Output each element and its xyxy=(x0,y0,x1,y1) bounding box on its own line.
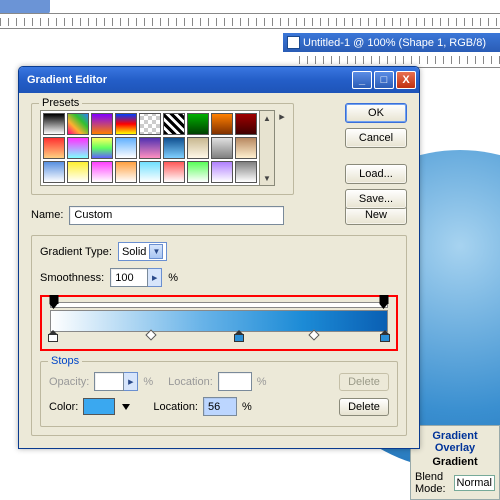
opacity-stop-left[interactable] xyxy=(50,295,59,304)
percent-label-2: % xyxy=(143,376,153,388)
presets-label: Presets xyxy=(39,97,82,109)
color-well[interactable] xyxy=(83,398,115,415)
percent-label-3: % xyxy=(257,376,267,388)
gradient-settings-group: Gradient Type: Solid ▼ Smoothness: ▶ % xyxy=(31,235,407,436)
preset-swatch[interactable] xyxy=(211,137,233,159)
blend-mode-value: Normal xyxy=(457,477,492,489)
gradient-overlay-subtitle: Gradient xyxy=(415,456,495,468)
preset-swatch[interactable] xyxy=(235,137,257,159)
chevron-down-icon: ▼ xyxy=(149,244,163,259)
name-label: Name: xyxy=(31,209,63,221)
blend-mode-label: Blend Mode: xyxy=(415,471,452,495)
window-close-button[interactable]: X xyxy=(396,71,416,89)
preset-swatch[interactable] xyxy=(235,161,257,183)
preset-scrollbar[interactable]: ▲ ▼ xyxy=(260,110,275,186)
color-flyout-icon[interactable] xyxy=(122,404,130,410)
gradient-type-select[interactable]: Solid ▼ xyxy=(118,242,167,261)
gradient-overlay-title: Gradient Overlay xyxy=(415,430,495,454)
preset-swatch[interactable] xyxy=(43,161,65,183)
save-button[interactable]: Save... xyxy=(345,189,407,209)
color-stop-3[interactable] xyxy=(380,330,390,342)
opacity-value xyxy=(94,372,124,391)
color-stop-track[interactable] xyxy=(50,333,388,339)
color-location-label: Location: xyxy=(153,401,198,413)
smoothness-label: Smoothness: xyxy=(40,272,104,284)
cancel-button[interactable]: Cancel xyxy=(345,128,407,148)
preset-swatch[interactable] xyxy=(67,161,89,183)
preset-swatch[interactable] xyxy=(91,161,113,183)
percent-label: % xyxy=(168,272,178,284)
opacity-flyout-icon: ▶ xyxy=(124,372,138,391)
color-location-input[interactable] xyxy=(203,397,237,416)
ruler-horizontal-top xyxy=(0,13,500,29)
smoothness-input[interactable]: ▶ xyxy=(110,268,162,287)
opacity-delete-button: Delete xyxy=(339,373,389,391)
color-label: Color: xyxy=(49,401,78,413)
color-stop-2[interactable] xyxy=(234,330,244,342)
document-window: Untitled-1 @ 100% (Shape 1, RGB/8) xyxy=(283,33,500,52)
load-button[interactable]: Load... xyxy=(345,164,407,184)
preset-swatch[interactable] xyxy=(187,137,209,159)
presets-group: Presets ▲ ▼ ▸ xyxy=(31,103,294,195)
window-maximize-button[interactable]: □ xyxy=(374,71,394,89)
dialog-titlebar[interactable]: Gradient Editor _ □ X xyxy=(19,67,419,93)
preset-swatch[interactable] xyxy=(115,161,137,183)
preset-swatch[interactable] xyxy=(115,113,137,135)
opacity-location-label: Location: xyxy=(168,376,213,388)
gradient-overlay-panel: Gradient Overlay Gradient Blend Mode: No… xyxy=(410,425,500,500)
gradient-preview-bar[interactable] xyxy=(50,310,388,332)
preset-swatch[interactable] xyxy=(211,161,233,183)
preset-swatch[interactable] xyxy=(187,161,209,183)
preset-swatch[interactable] xyxy=(43,137,65,159)
preset-swatch[interactable] xyxy=(163,113,185,135)
preset-swatch[interactable] xyxy=(163,137,185,159)
preset-swatch[interactable] xyxy=(235,113,257,135)
gradient-type-label: Gradient Type: xyxy=(40,246,112,258)
percent-label-4: % xyxy=(242,401,252,413)
smoothness-flyout-icon[interactable]: ▶ xyxy=(148,268,162,287)
preset-swatch[interactable] xyxy=(139,161,161,183)
opacity-stop-track[interactable] xyxy=(50,302,388,308)
color-stop-1[interactable] xyxy=(48,330,58,342)
gradient-type-value: Solid xyxy=(122,246,146,258)
ok-button[interactable]: OK xyxy=(345,103,407,123)
preset-swatch[interactable] xyxy=(43,113,65,135)
dialog-title-text: Gradient Editor xyxy=(27,74,350,86)
preset-swatch[interactable] xyxy=(139,113,161,135)
preset-swatch[interactable] xyxy=(115,137,137,159)
name-input[interactable] xyxy=(69,206,284,225)
preset-swatch[interactable] xyxy=(91,113,113,135)
preset-flyout-icon[interactable]: ▸ xyxy=(279,110,285,123)
gradient-bar-highlighted xyxy=(40,295,398,351)
blend-mode-select[interactable]: Normal xyxy=(454,475,495,491)
opacity-location-input xyxy=(218,372,252,391)
opacity-input: ▶ xyxy=(94,372,138,391)
preset-swatch[interactable] xyxy=(163,161,185,183)
smoothness-value[interactable] xyxy=(110,268,148,287)
preset-swatch[interactable] xyxy=(211,113,233,135)
preset-swatch[interactable] xyxy=(187,113,209,135)
stops-group: Stops Opacity: ▶ % Location: % Delete Co… xyxy=(40,361,398,427)
stops-label: Stops xyxy=(48,355,82,367)
opacity-stop-right[interactable] xyxy=(379,295,388,304)
color-delete-button[interactable]: Delete xyxy=(339,398,389,416)
document-titlebar[interactable]: Untitled-1 @ 100% (Shape 1, RGB/8) xyxy=(283,33,500,52)
window-minimize-button[interactable]: _ xyxy=(352,71,372,89)
scroll-up-icon[interactable]: ▲ xyxy=(260,111,274,125)
document-icon xyxy=(287,36,300,49)
preset-swatch[interactable] xyxy=(139,137,161,159)
preset-grid xyxy=(40,110,260,186)
preset-swatch[interactable] xyxy=(67,137,89,159)
document-title-text: Untitled-1 @ 100% (Shape 1, RGB/8) xyxy=(303,37,486,49)
gradient-editor-dialog: Gradient Editor _ □ X OK Cancel Load... … xyxy=(18,66,420,449)
preset-swatch[interactable] xyxy=(67,113,89,135)
scroll-down-icon[interactable]: ▼ xyxy=(260,171,274,185)
preset-swatch[interactable] xyxy=(91,137,113,159)
opacity-label: Opacity: xyxy=(49,376,89,388)
